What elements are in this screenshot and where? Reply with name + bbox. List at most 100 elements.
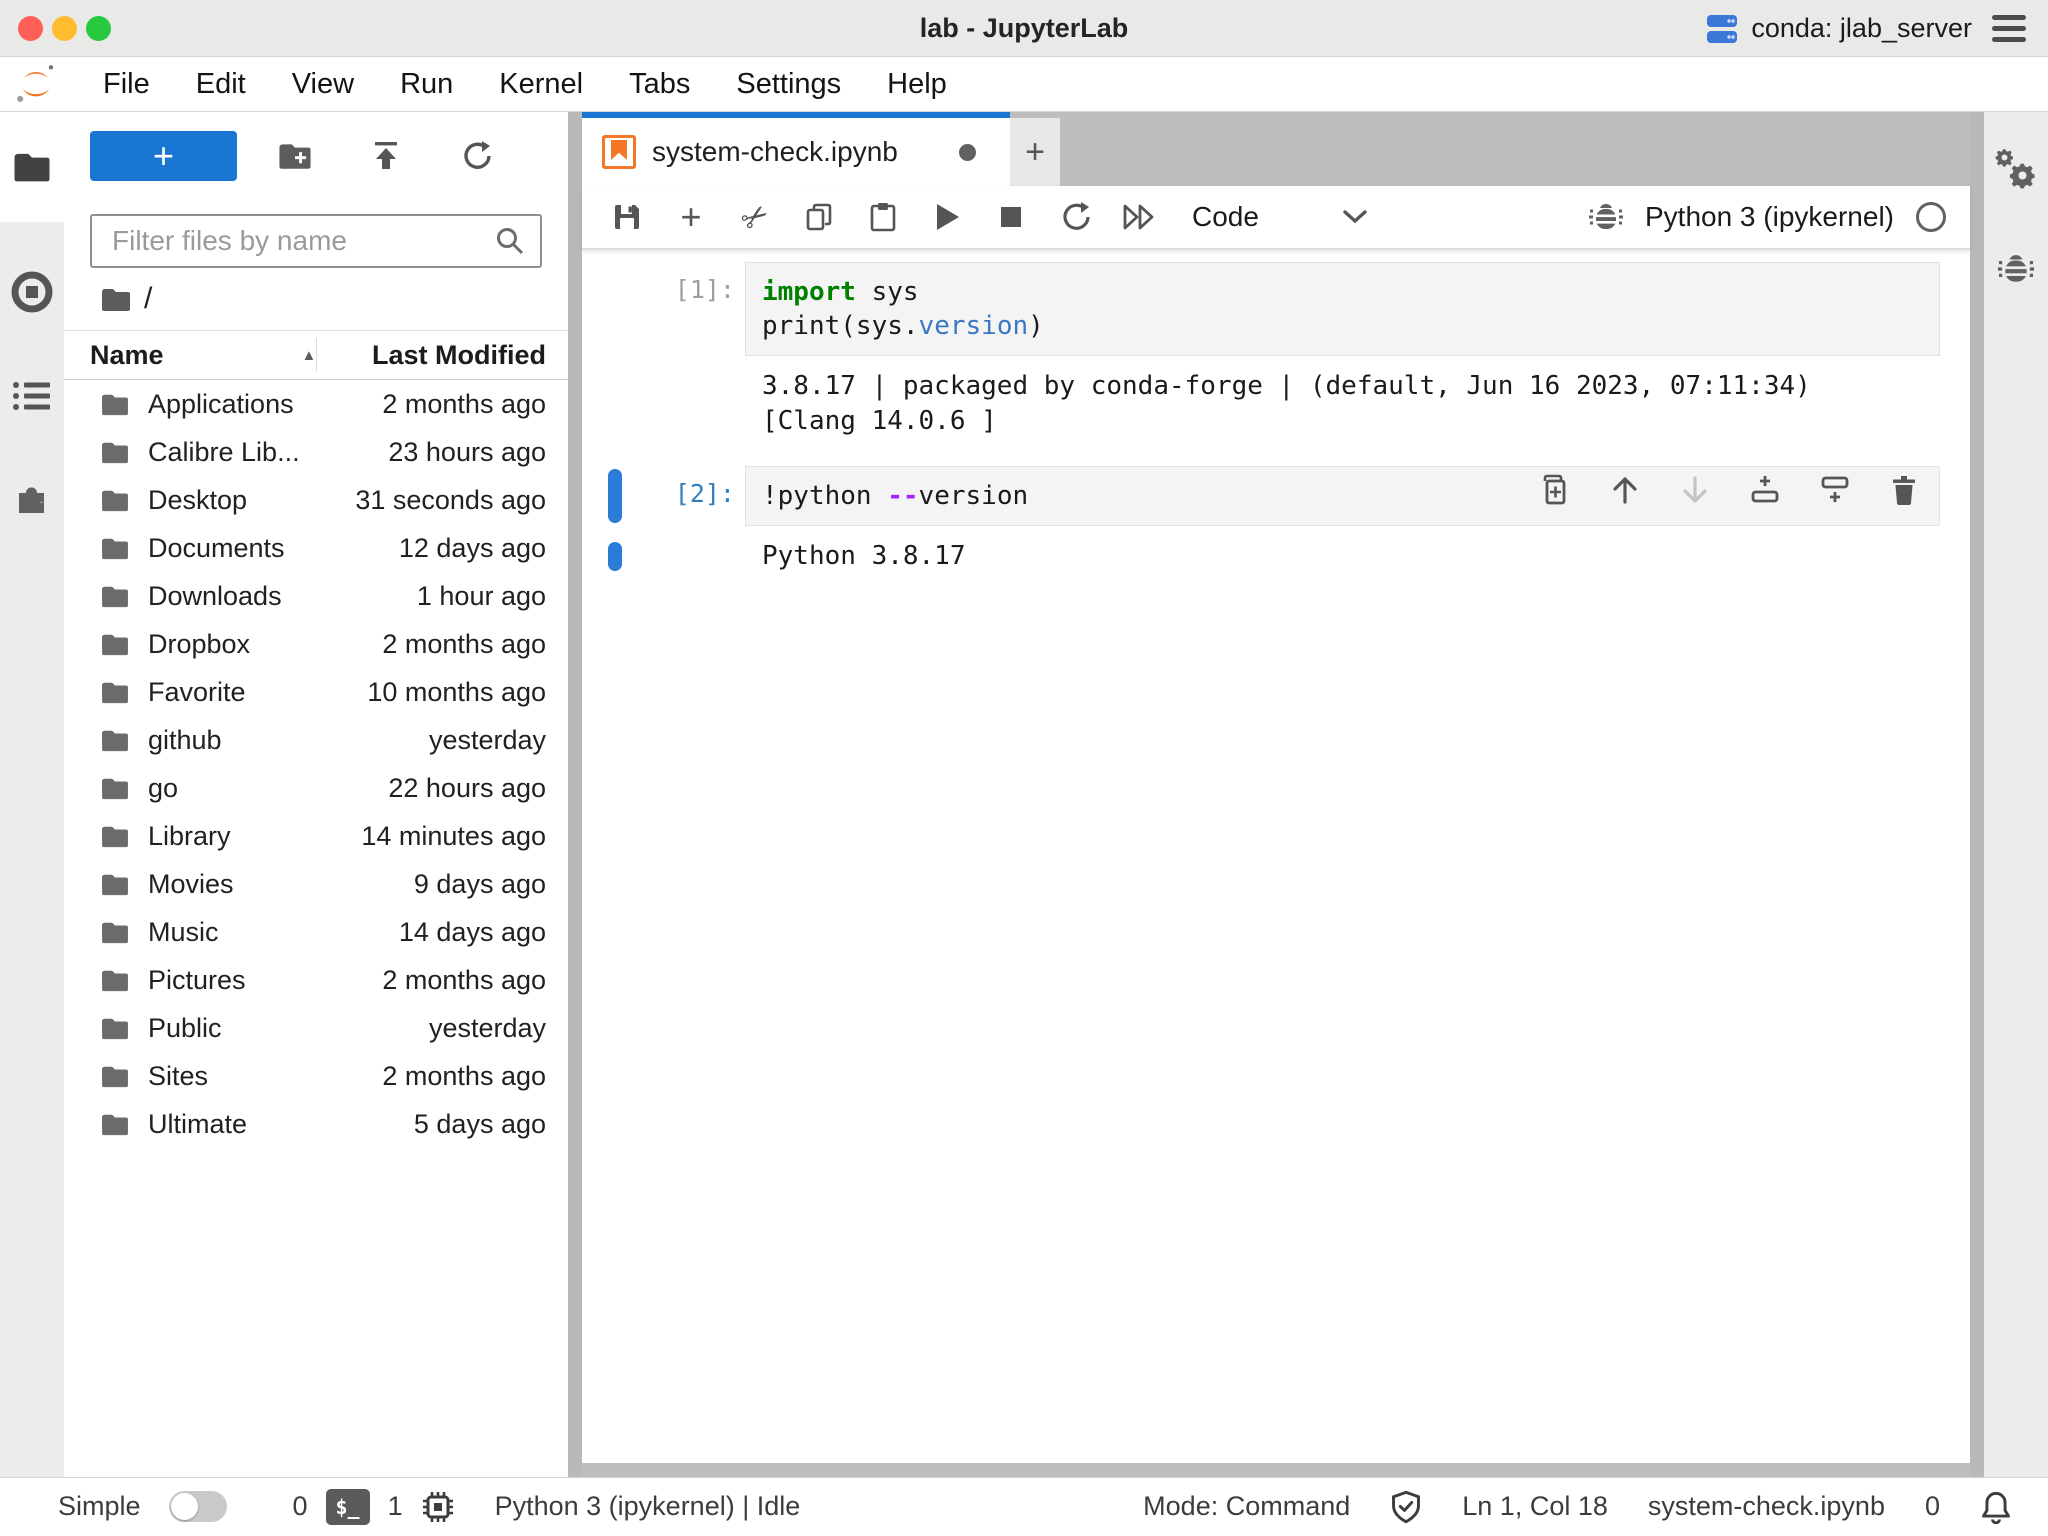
file-row[interactable]: Favorite10 months ago bbox=[64, 668, 568, 716]
file-row[interactable]: Pictures2 months ago bbox=[64, 956, 568, 1004]
unsaved-changes-dot[interactable] bbox=[959, 144, 976, 161]
debugger-bug-icon[interactable] bbox=[1589, 201, 1623, 233]
cursor-position[interactable]: Ln 1, Col 18 bbox=[1462, 1491, 1608, 1522]
new-launcher-button[interactable]: + bbox=[90, 131, 237, 181]
menu-view[interactable]: View bbox=[269, 68, 377, 101]
new-tab-button[interactable]: + bbox=[1010, 118, 1060, 186]
restart-kernel-icon[interactable] bbox=[1058, 200, 1092, 234]
simple-mode-toggle[interactable] bbox=[169, 1491, 227, 1522]
folder-icon bbox=[100, 728, 130, 753]
right-split-handle[interactable] bbox=[1970, 112, 1984, 1477]
menu-edit[interactable]: Edit bbox=[173, 68, 269, 101]
bell-icon[interactable] bbox=[1980, 1490, 2012, 1524]
trust-shield-icon[interactable] bbox=[1390, 1490, 1422, 1524]
notebook-mode-indicator[interactable]: Mode: Command bbox=[1143, 1491, 1350, 1522]
sidebar-tab-extensions[interactable] bbox=[12, 478, 52, 518]
column-divider bbox=[316, 338, 317, 372]
upload-icon[interactable] bbox=[369, 140, 403, 172]
move-cell-up-icon[interactable] bbox=[1609, 474, 1641, 506]
running-sessions-icon bbox=[10, 270, 54, 314]
jupyterlab-menubar: File Edit View Run Kernel Tabs Settings … bbox=[0, 57, 2048, 112]
file-row[interactable]: Movies9 days ago bbox=[64, 860, 568, 908]
file-filter-box[interactable] bbox=[90, 214, 542, 268]
file-row[interactable]: Dropbox2 months ago bbox=[64, 620, 568, 668]
sidebar-tab-running-sessions[interactable] bbox=[10, 270, 54, 314]
run-all-icon[interactable] bbox=[1122, 204, 1156, 230]
cell-collapser[interactable] bbox=[608, 469, 622, 523]
file-name: Library bbox=[148, 821, 361, 852]
menu-tabs[interactable]: Tabs bbox=[606, 68, 713, 101]
cell-output-text: Python 3.8.17 bbox=[745, 539, 1940, 574]
notifications-count[interactable]: 0 bbox=[1925, 1491, 1940, 1522]
move-cell-down-icon[interactable] bbox=[1679, 474, 1711, 506]
breadcrumb[interactable]: / bbox=[144, 282, 152, 316]
copy-icon[interactable] bbox=[802, 201, 836, 233]
file-row[interactable]: Desktop31 seconds ago bbox=[64, 476, 568, 524]
menu-run[interactable]: Run bbox=[377, 68, 476, 101]
file-modified: 14 days ago bbox=[399, 917, 546, 948]
kernel-chip-icon[interactable] bbox=[421, 1490, 455, 1524]
folder-icon bbox=[100, 680, 130, 705]
duplicate-cell-icon[interactable] bbox=[1539, 473, 1571, 507]
paste-icon[interactable] bbox=[866, 201, 900, 233]
file-row[interactable]: Ultimate5 days ago bbox=[64, 1100, 568, 1148]
panel-split-handle[interactable] bbox=[568, 112, 582, 1477]
file-row[interactable]: Documents12 days ago bbox=[64, 524, 568, 572]
file-modified: 2 months ago bbox=[382, 389, 546, 420]
sidebar-tab-debugger[interactable] bbox=[1997, 252, 2035, 286]
file-row[interactable]: go22 hours ago bbox=[64, 764, 568, 812]
terminals-count[interactable]: 0 bbox=[293, 1491, 308, 1522]
kernel-status-text[interactable]: Python 3 (ipykernel) | Idle bbox=[495, 1491, 801, 1522]
sidebar-tab-property-inspector[interactable] bbox=[1995, 148, 2037, 190]
delete-cell-icon[interactable] bbox=[1889, 474, 1919, 506]
file-row[interactable]: Downloads1 hour ago bbox=[64, 572, 568, 620]
insert-cell-below-icon[interactable] bbox=[1819, 474, 1851, 506]
kernels-count[interactable]: 1 bbox=[388, 1491, 403, 1522]
menu-settings[interactable]: Settings bbox=[713, 68, 864, 101]
file-row[interactable]: Calibre Lib...23 hours ago bbox=[64, 428, 568, 476]
cut-icon[interactable]: ✂ bbox=[730, 192, 780, 243]
home-folder-icon[interactable] bbox=[100, 286, 132, 313]
cell-type-dropdown[interactable]: Code bbox=[1192, 201, 1368, 233]
run-icon[interactable] bbox=[930, 202, 964, 232]
conda-env-badge[interactable]: conda: jlab_server bbox=[1705, 13, 1972, 45]
folder-icon bbox=[100, 392, 130, 417]
tab-system-check-ipynb[interactable]: system-check.ipynb bbox=[582, 112, 1010, 186]
folder-icon bbox=[100, 968, 130, 993]
file-modified: yesterday bbox=[429, 1013, 546, 1044]
insert-cell-above-icon[interactable] bbox=[1749, 474, 1781, 506]
file-row[interactable]: Sites2 months ago bbox=[64, 1052, 568, 1100]
file-list: Applications2 months agoCalibre Lib...23… bbox=[64, 380, 568, 1477]
new-folder-icon[interactable] bbox=[277, 141, 313, 171]
output-collapser[interactable] bbox=[608, 542, 622, 571]
menu-kernel[interactable]: Kernel bbox=[476, 68, 606, 101]
file-browser-panel: + bbox=[64, 112, 568, 1477]
refresh-icon[interactable] bbox=[459, 139, 493, 173]
file-row[interactable]: Library14 minutes ago bbox=[64, 812, 568, 860]
sidebar-tab-file-browser[interactable] bbox=[0, 112, 64, 222]
insert-cell-icon[interactable]: + bbox=[674, 196, 708, 238]
hamburger-menu-icon[interactable] bbox=[1988, 11, 2030, 46]
cell-code-editor[interactable]: import sysprint(sys.version) bbox=[745, 262, 1940, 356]
file-row[interactable]: Music14 days ago bbox=[64, 908, 568, 956]
terminal-icon[interactable]: $_ bbox=[326, 1489, 370, 1525]
active-file-name[interactable]: system-check.ipynb bbox=[1648, 1491, 1885, 1522]
file-row[interactable]: Publicyesterday bbox=[64, 1004, 568, 1052]
dock-tab-bar: system-check.ipynb + bbox=[582, 112, 1970, 186]
right-activity-bar bbox=[1984, 112, 2048, 1477]
save-icon[interactable] bbox=[610, 201, 644, 233]
stop-icon[interactable] bbox=[994, 205, 1028, 229]
cell-type-value: Code bbox=[1192, 201, 1259, 233]
menu-file[interactable]: File bbox=[80, 68, 173, 101]
menu-help[interactable]: Help bbox=[864, 68, 970, 101]
column-header-last-modified[interactable]: Last Modified bbox=[335, 340, 546, 371]
sidebar-tab-table-of-contents[interactable] bbox=[13, 380, 51, 412]
file-row[interactable]: githubyesterday bbox=[64, 716, 568, 764]
main-dock-panel: system-check.ipynb + + ✂ bbox=[582, 112, 1970, 1477]
file-row[interactable]: Applications2 months ago bbox=[64, 380, 568, 428]
kernel-status-icon[interactable] bbox=[1916, 202, 1946, 232]
column-header-name[interactable]: Name ▲ bbox=[90, 340, 316, 371]
kernel-switcher[interactable]: Python 3 (ipykernel) bbox=[1645, 201, 1894, 233]
file-filter-input[interactable] bbox=[110, 224, 494, 258]
cell-code-editor[interactable]: !python --version bbox=[745, 466, 1940, 526]
